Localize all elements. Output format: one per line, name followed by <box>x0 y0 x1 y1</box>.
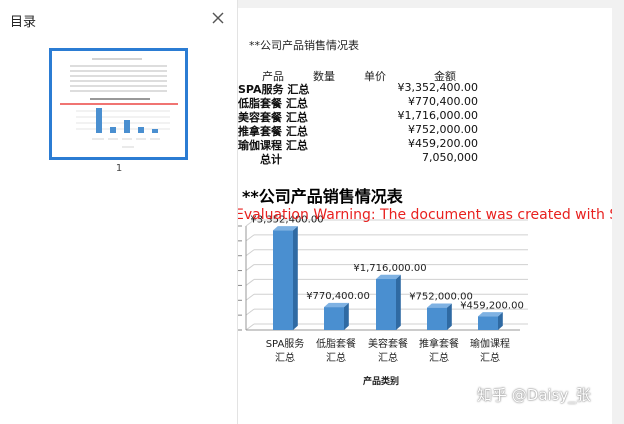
total-label: 总计 <box>260 153 282 166</box>
bar-side <box>447 303 452 330</box>
bar-side <box>293 226 298 330</box>
x-tick-label: 汇总 <box>429 351 449 364</box>
gridline-depth <box>245 234 255 242</box>
document-viewer[interactable]: **公司产品销售情况表 产品 数量 单价 金额 SPA服务 汇总 ¥3,352,… <box>238 0 624 424</box>
data-label: ¥770,400.00 <box>306 291 370 302</box>
chart-title: **公司产品销售情况表 <box>242 187 403 206</box>
toc-sidebar: 目录 1 <box>0 0 238 424</box>
x-tick-label: 美容套餐 <box>368 337 408 350</box>
data-label: ¥1,716,000.00 <box>353 263 426 274</box>
gridline-depth <box>245 279 255 286</box>
gridline-depth <box>245 308 255 316</box>
row-amount: ¥3,352,400.00 <box>397 81 478 94</box>
row-amount: ¥752,000.00 <box>408 123 478 136</box>
x-tick-label: 低脂套餐 <box>316 337 356 350</box>
gridline-depth <box>245 264 255 271</box>
x-tick-label: SPA服务 <box>266 337 305 350</box>
bar <box>427 307 447 330</box>
x-tick-label: 汇总 <box>275 351 295 364</box>
gridline-depth <box>245 249 255 257</box>
bar <box>376 279 396 330</box>
evaluation-warning: Evaluation Warning: The document was cre… <box>238 207 612 223</box>
thumbnail-preview-icon <box>60 58 178 148</box>
header-quantity: 数量 <box>313 70 335 83</box>
data-label: ¥459,200.00 <box>460 300 524 311</box>
x-tick-label: 汇总 <box>326 351 346 364</box>
bar <box>324 307 344 330</box>
bar-side <box>396 274 401 330</box>
row-amount: ¥1,716,000.00 <box>397 109 478 122</box>
gridline-depth <box>245 323 255 331</box>
close-icon[interactable] <box>210 10 226 26</box>
x-tick-label: 瑜伽课程 <box>470 337 510 350</box>
page-thumbnail[interactable] <box>49 48 188 160</box>
total-amount: 7,050,000 <box>422 151 478 164</box>
page-number-label: 1 <box>115 163 123 174</box>
x-tick-label: 推拿套餐 <box>419 337 459 350</box>
sidebar-title: 目录 <box>10 15 37 30</box>
bar <box>478 316 498 330</box>
sheet-title: **公司产品销售情况表 <box>249 39 359 52</box>
bar-side <box>344 302 349 330</box>
gridline-depth <box>245 293 255 301</box>
x-axis-title: 产品类别 <box>363 375 399 387</box>
row-amount: ¥459,200.00 <box>408 137 478 150</box>
x-tick-label: 汇总 <box>378 351 398 364</box>
document-page: **公司产品销售情况表 产品 数量 单价 金额 SPA服务 汇总 ¥3,352,… <box>238 8 612 424</box>
x-tick-label: 汇总 <box>480 351 500 364</box>
row-amount: ¥770,400.00 <box>408 95 478 108</box>
bar <box>273 230 293 330</box>
watermark: 知乎 @Daisy_张 <box>477 386 591 404</box>
